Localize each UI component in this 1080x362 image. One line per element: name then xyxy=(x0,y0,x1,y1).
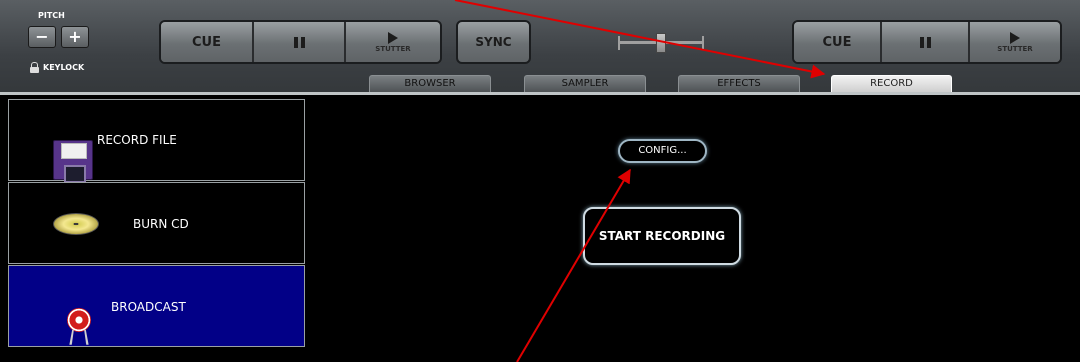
tab-sampler[interactable]: SAMPLER xyxy=(524,75,646,92)
pitch-label: PITCH xyxy=(38,11,65,20)
sidebar-item-label: RECORD FILE xyxy=(97,133,177,147)
left-pause-button[interactable] xyxy=(254,22,346,62)
keylock-label: KEYLOCK xyxy=(43,63,85,72)
keylock-toggle[interactable]: KEYLOCK xyxy=(30,62,84,73)
record-sidebar: RECORD FILE BURN CD BROADCAST xyxy=(8,99,305,362)
sidebar-item-broadcast[interactable]: BROADCAST xyxy=(8,265,305,347)
play-icon xyxy=(1010,31,1020,44)
right-cue-button[interactable]: CUE xyxy=(794,22,882,62)
start-recording-button[interactable]: START RECORDING xyxy=(583,207,741,265)
left-stutter-button[interactable]: STUTTER xyxy=(346,22,440,62)
left-deck-transport: CUE STUTTER xyxy=(159,20,442,64)
tab-effects[interactable]: EFFECTS xyxy=(678,75,800,92)
pitch-plus-button[interactable]: + xyxy=(61,26,89,48)
arrow-to-config-button xyxy=(516,168,631,362)
sidebar-item-burn-cd[interactable]: BURN CD xyxy=(8,182,305,264)
floppy-disk-icon xyxy=(53,140,93,183)
right-deck-transport: CUE STUTTER xyxy=(792,20,1062,64)
right-cue-label: CUE xyxy=(822,34,852,50)
sidebar-item-label: BURN CD xyxy=(133,217,189,231)
crossfader-knob[interactable] xyxy=(656,33,666,53)
virtual-dj-window: PITCH − + KEYLOCK CUE STUTTER SYNC CUE S… xyxy=(0,0,1080,362)
left-stutter-label: STUTTER xyxy=(375,44,411,53)
sync-button[interactable]: SYNC xyxy=(456,20,531,64)
play-icon xyxy=(388,31,398,44)
left-cue-label: CUE xyxy=(192,34,221,50)
broadcast-tower-icon xyxy=(65,302,93,346)
sidebar-item-label: BROADCAST xyxy=(111,300,186,314)
sidebar-item-record-file[interactable]: RECORD FILE xyxy=(8,99,305,183)
pause-icon xyxy=(919,36,931,48)
config-button[interactable]: CONFIG... xyxy=(618,139,707,163)
tab-browser[interactable]: BROWSER xyxy=(369,75,491,92)
deck-controls-bar: PITCH − + KEYLOCK CUE STUTTER SYNC CUE S… xyxy=(0,0,1080,93)
right-stutter-button[interactable]: STUTTER xyxy=(970,22,1060,62)
crossfader-slider[interactable] xyxy=(618,33,704,53)
right-stutter-label: STUTTER xyxy=(997,44,1033,53)
cd-icon xyxy=(53,213,99,235)
right-pause-button[interactable] xyxy=(882,22,970,62)
tab-record[interactable]: RECORD xyxy=(831,75,952,92)
lock-icon xyxy=(30,62,39,73)
pause-icon xyxy=(293,36,305,48)
tab-divider xyxy=(0,92,1080,95)
pitch-minus-button[interactable]: − xyxy=(28,26,56,48)
left-cue-button[interactable]: CUE xyxy=(161,22,254,62)
